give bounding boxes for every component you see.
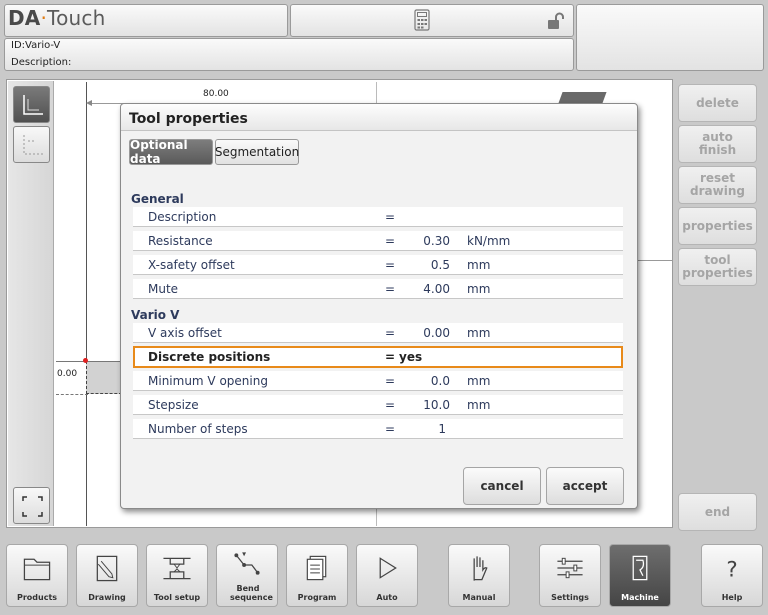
field-minimum-v-opening[interactable]: Minimum V opening = 0.0 mm: [133, 371, 623, 391]
nav-machine[interactable]: Machine: [609, 544, 671, 607]
field-number-of-steps[interactable]: Number of steps = 1: [133, 419, 623, 439]
nav-products[interactable]: Products: [6, 544, 68, 607]
tool-shape: [86, 361, 122, 394]
app-logo: DA·Touch: [8, 6, 106, 30]
sliders-icon: [557, 557, 583, 579]
nav-auto[interactable]: Auto: [356, 544, 418, 607]
calculator-icon[interactable]: [414, 9, 430, 31]
reference-point: [83, 358, 88, 363]
cancel-button[interactable]: cancel: [463, 467, 541, 505]
dialog-title: Tool properties: [121, 104, 637, 131]
section-vario-v: Vario V: [131, 308, 180, 322]
dashed-axis-button[interactable]: [13, 126, 50, 163]
tab-segmentation[interactable]: Segmentation: [215, 139, 299, 165]
hand-icon: [473, 556, 488, 581]
field-description[interactable]: Description =: [133, 207, 623, 227]
unlock-icon[interactable]: [546, 11, 566, 31]
dimension-arrow: [86, 100, 92, 106]
dimension-left-line-2: [56, 394, 88, 395]
accept-button[interactable]: accept: [546, 467, 624, 505]
field-mute[interactable]: Mute = 4.00 mm: [133, 279, 623, 299]
bend-sequence-icon: [234, 552, 260, 575]
field-x-safety-offset[interactable]: X-safety offset = 0.5 mm: [133, 255, 623, 275]
nav-program[interactable]: Program: [286, 544, 348, 607]
nav-bend-sequence[interactable]: Bend sequence: [216, 544, 278, 607]
product-info-box: [4, 38, 574, 71]
product-description: Description:: [11, 57, 72, 68]
machine-icon: [632, 555, 648, 581]
auto-finish-button[interactable]: auto finish: [678, 125, 757, 163]
pencil-icon: [96, 555, 118, 582]
tool-properties-dialog: Tool properties Optional data Segmentati…: [120, 103, 638, 509]
drawing-line-vertical: [86, 82, 87, 526]
drawing-right-line: [636, 260, 672, 261]
nav-manual[interactable]: Manual: [448, 544, 510, 607]
header-right-box: [576, 4, 764, 71]
dashed-axis-icon: [23, 135, 43, 155]
nav-help[interactable]: ? Help: [701, 544, 763, 607]
tool-setup-icon: [163, 557, 191, 580]
axis-icon: [23, 95, 43, 115]
play-icon: [379, 557, 397, 579]
tab-optional-data[interactable]: Optional data: [129, 138, 213, 166]
end-button[interactable]: end: [678, 493, 757, 531]
product-id: ID:Vario-V: [11, 40, 61, 51]
field-v-axis-offset[interactable]: V axis offset = 0.00 mm: [133, 323, 623, 343]
zoom-fit-button[interactable]: [13, 487, 50, 524]
delete-button[interactable]: delete: [678, 84, 757, 122]
properties-button[interactable]: properties: [678, 207, 757, 245]
pages-icon: [306, 555, 327, 581]
svg-text:?: ?: [726, 558, 737, 583]
nav-settings[interactable]: Settings: [539, 544, 601, 607]
dimension-left-label: 0.00: [57, 369, 78, 379]
section-general: General: [131, 192, 184, 206]
nav-tool-setup[interactable]: Tool setup: [146, 544, 208, 607]
nav-drawing[interactable]: Drawing: [76, 544, 138, 607]
dimension-top-label: 80.00: [203, 89, 229, 99]
field-discrete-positions[interactable]: Discrete positions = yes: [133, 346, 623, 368]
fit-frame-icon: [22, 496, 43, 517]
field-resistance[interactable]: Resistance = 0.30 kN/mm: [133, 231, 623, 251]
help-icon: ?: [726, 558, 737, 583]
field-stepsize[interactable]: Stepsize = 10.0 mm: [133, 395, 623, 415]
folder-icon: [23, 558, 51, 581]
tool-properties-button[interactable]: tool properties: [678, 248, 757, 286]
header-center-box: [290, 4, 574, 37]
dimension-left-line: [56, 361, 122, 362]
reset-drawing-button[interactable]: reset drawing: [678, 166, 757, 204]
axis-view-button[interactable]: [13, 86, 50, 123]
